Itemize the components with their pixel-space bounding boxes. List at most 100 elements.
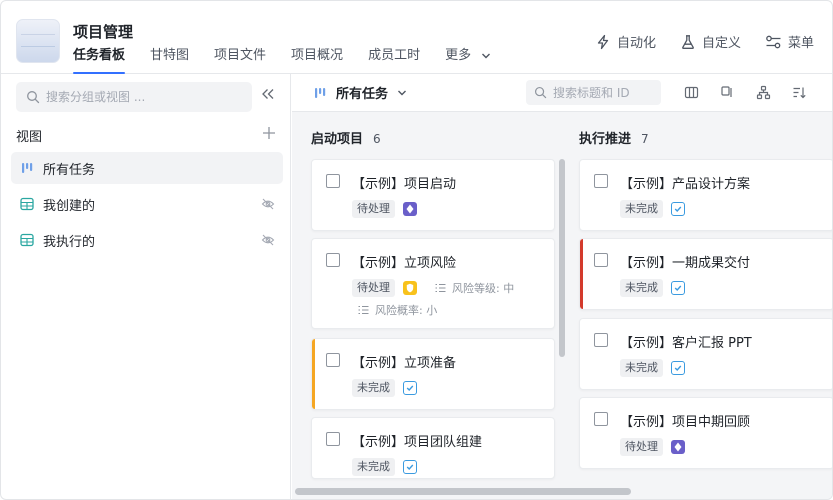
task-card[interactable]: 【示例】立项准备 未完成 [311,338,555,410]
status-badge: 未完成 [620,200,663,218]
task-title: 【示例】一期成果交付 [620,256,751,271]
app-logo [16,19,60,63]
search-icon [27,91,40,104]
sidebar-search-input[interactable] [46,90,236,104]
task-tags: 未完成 [620,359,685,377]
risk-level-text: 风险等级: 中 [452,282,515,295]
automation-label: 自动化 [616,36,656,51]
collapse-sidebar-button[interactable] [261,88,275,104]
sidebar: 视图 所有任务 我创建的 我执行的 [1,74,291,499]
tab-bar: 任务看板 甘特图 项目文件 项目概况 成员工时 更多 [73,47,516,74]
group-icon[interactable] [756,85,771,100]
column-title: 执行推进 [579,132,632,147]
menu-button[interactable]: 菜单 [765,32,814,51]
checkbox-icon [671,281,685,295]
task-checkbox[interactable] [326,174,340,188]
tab-project-files[interactable]: 项目文件 [214,47,266,74]
task-card[interactable]: 【示例】客户汇报 PPT 未完成 [579,318,832,390]
column-header: 启动项目 6 [311,128,381,147]
customize-button[interactable]: 自定义 [680,32,741,51]
view-item-all-tasks[interactable]: 所有任务 [11,152,283,184]
column-header: 执行推进 7 [579,128,649,147]
task-checkbox[interactable] [326,432,340,446]
column-title: 启动项目 [311,132,364,147]
columns-icon[interactable] [684,85,699,100]
task-tags: 未完成 [620,200,685,218]
checkbox-icon [403,460,417,474]
task-card[interactable]: 【示例】项目启动 待处理 [311,159,555,231]
diamond-icon [671,440,685,454]
task-checkbox[interactable] [594,253,608,267]
checkbox-icon [403,381,417,395]
plus-icon [263,127,275,139]
board-search-input[interactable] [553,85,661,100]
customize-label: 自定义 [701,36,741,51]
status-badge: 未完成 [352,458,395,476]
task-title: 【示例】项目团队组建 [352,435,483,450]
sidebar-search [16,82,252,112]
view-item-label: 我创建的 [43,198,96,214]
eye-off-icon[interactable] [261,197,275,211]
risk-probability: 风险概率: 小 [358,302,437,318]
app-window: 项目管理 任务看板 甘特图 项目文件 项目概况 成员工时 更多 自动化 自定义 [0,0,833,500]
eye-off-icon[interactable] [261,233,275,247]
card-accent-bar [312,339,315,409]
column-count: 6 [373,132,381,146]
board-search [526,80,661,105]
add-view-button[interactable] [262,126,276,144]
task-card[interactable]: 【示例】产品设计方案 未完成 [579,159,832,231]
view-selector[interactable]: 所有任务 [312,83,407,102]
list-icon [358,305,369,315]
views-label: 视图 [16,130,43,145]
automation-button[interactable]: 自动化 [595,32,656,51]
header-actions: 自动化 自定义 菜单 [571,32,814,51]
task-checkbox[interactable] [594,412,608,426]
tab-project-overview[interactable]: 项目概况 [291,47,343,74]
diamond-icon [403,202,417,216]
task-checkbox[interactable] [326,353,340,367]
table-icon [20,233,34,247]
board-icon [315,87,326,98]
task-card[interactable]: 【示例】立项风险 待处理 风险等级: 中 风险概率: 小 [311,238,555,329]
task-card[interactable]: 【示例】项目团队组建 未完成 [311,417,555,479]
lightning-icon [597,34,609,49]
task-checkbox[interactable] [326,253,340,267]
status-badge: 待处理 [352,279,395,297]
task-card[interactable]: 【示例】项目中期回顾 待处理 [579,397,832,469]
sort-icon[interactable] [792,85,807,100]
tab-member-hours[interactable]: 成员工时 [368,47,420,74]
task-tags: 待处理 [620,438,685,456]
status-badge: 待处理 [352,200,395,218]
task-checkbox[interactable] [594,174,608,188]
board-horizontal-scrollbar[interactable] [295,488,631,495]
view-item-assigned-to-me[interactable]: 我执行的 [11,224,283,256]
shield-icon [403,281,417,295]
risk-level: 风险等级: 中 [435,280,514,296]
status-badge: 未完成 [620,279,663,297]
tab-more-label: 更多 [445,48,472,63]
view-item-created-by-me[interactable]: 我创建的 [11,188,283,220]
app-title: 项目管理 [73,23,134,41]
task-checkbox[interactable] [594,333,608,347]
task-title: 【示例】立项风险 [352,256,457,271]
views-header: 视图 [16,126,276,146]
checkbox-icon [671,361,685,375]
task-title: 【示例】产品设计方案 [620,177,751,192]
view-item-label: 我执行的 [43,234,96,250]
chevron-down-icon [482,53,491,59]
menu-label: 菜单 [787,36,814,51]
list-icon [435,283,446,293]
column-scrollbar[interactable] [559,159,565,357]
column-count: 7 [641,132,649,146]
task-tags: 待处理 风险等级: 中 [352,279,514,297]
board-toolbar: 所有任务 [292,74,832,112]
card-layout-icon[interactable] [720,85,735,100]
status-badge: 未完成 [620,359,663,377]
tab-more[interactable]: 更多 [445,47,491,74]
checkbox-icon [671,202,685,216]
tab-task-board[interactable]: 任务看板 [73,47,126,74]
task-card[interactable]: 【示例】一期成果交付 未完成 [579,238,832,310]
tab-gantt[interactable]: 甘特图 [150,47,189,74]
risk-probability-text: 风险概率: 小 [375,304,438,317]
task-tags: 未完成 [352,458,417,476]
